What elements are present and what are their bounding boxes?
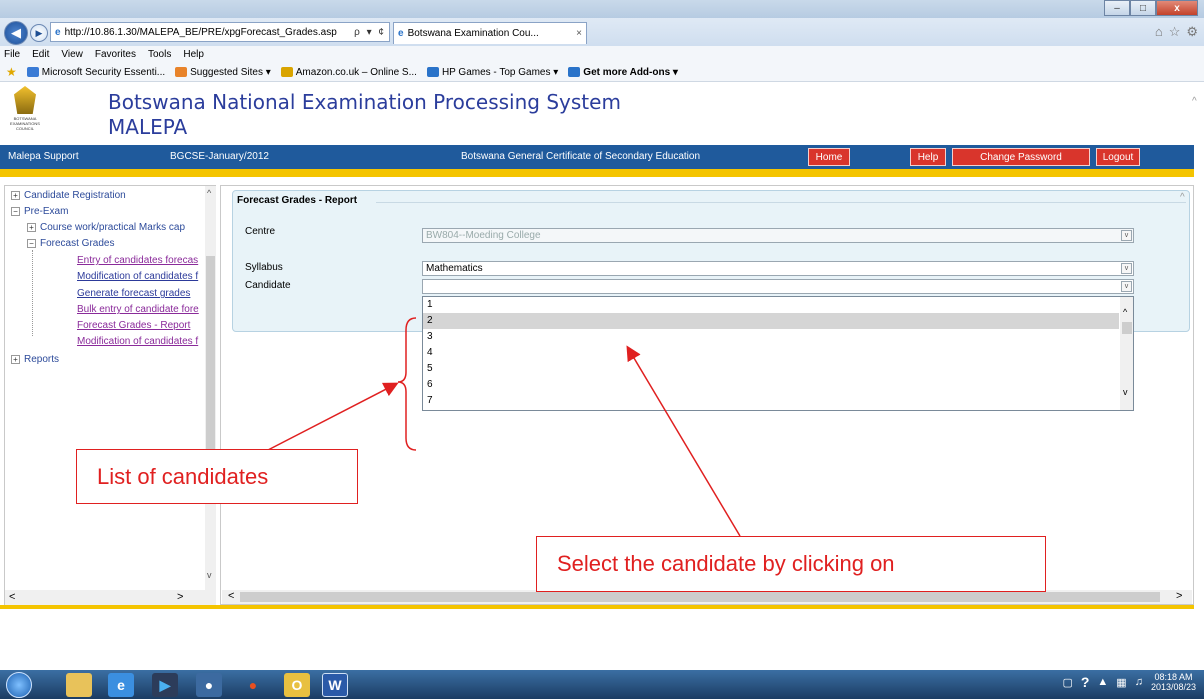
arrow-to-option xyxy=(626,345,741,537)
system-tray: ▢ ? ▲ ▦ ♫ 08:18 AM 2013/08/23 xyxy=(1062,672,1196,692)
annotation-layer xyxy=(267,317,741,537)
outlook-icon[interactable]: O xyxy=(284,673,310,697)
list-of-candidates-callout: List of candidates xyxy=(76,449,358,504)
network-icon[interactable]: ▦ xyxy=(1116,676,1126,689)
help-circle-icon[interactable]: ? xyxy=(1081,674,1090,690)
tray-expand-icon[interactable]: ▲ xyxy=(1097,676,1108,688)
file-explorer-icon[interactable] xyxy=(66,673,92,697)
internet-explorer-icon[interactable]: e xyxy=(108,673,134,697)
word-icon[interactable]: W xyxy=(322,673,348,697)
app-icon[interactable]: ● xyxy=(196,673,222,697)
arrow-to-list xyxy=(267,382,399,451)
volume-icon[interactable]: ♫ xyxy=(1135,676,1143,688)
media-player-icon[interactable]: ▶ xyxy=(152,673,178,697)
media-app-icon[interactable]: ● xyxy=(240,673,266,697)
keyboard-icon[interactable]: ▢ xyxy=(1062,676,1072,689)
clock-date: 2013/08/23 xyxy=(1150,682,1196,692)
clock[interactable]: 08:18 AM 2013/08/23 xyxy=(1151,672,1196,692)
windows-taskbar xyxy=(0,670,1204,699)
start-button[interactable] xyxy=(6,672,32,698)
select-candidate-callout: Select the candidate by clicking on xyxy=(536,536,1046,592)
candidate-list-brace xyxy=(397,317,417,451)
clock-time: 08:18 AM xyxy=(1154,672,1193,682)
